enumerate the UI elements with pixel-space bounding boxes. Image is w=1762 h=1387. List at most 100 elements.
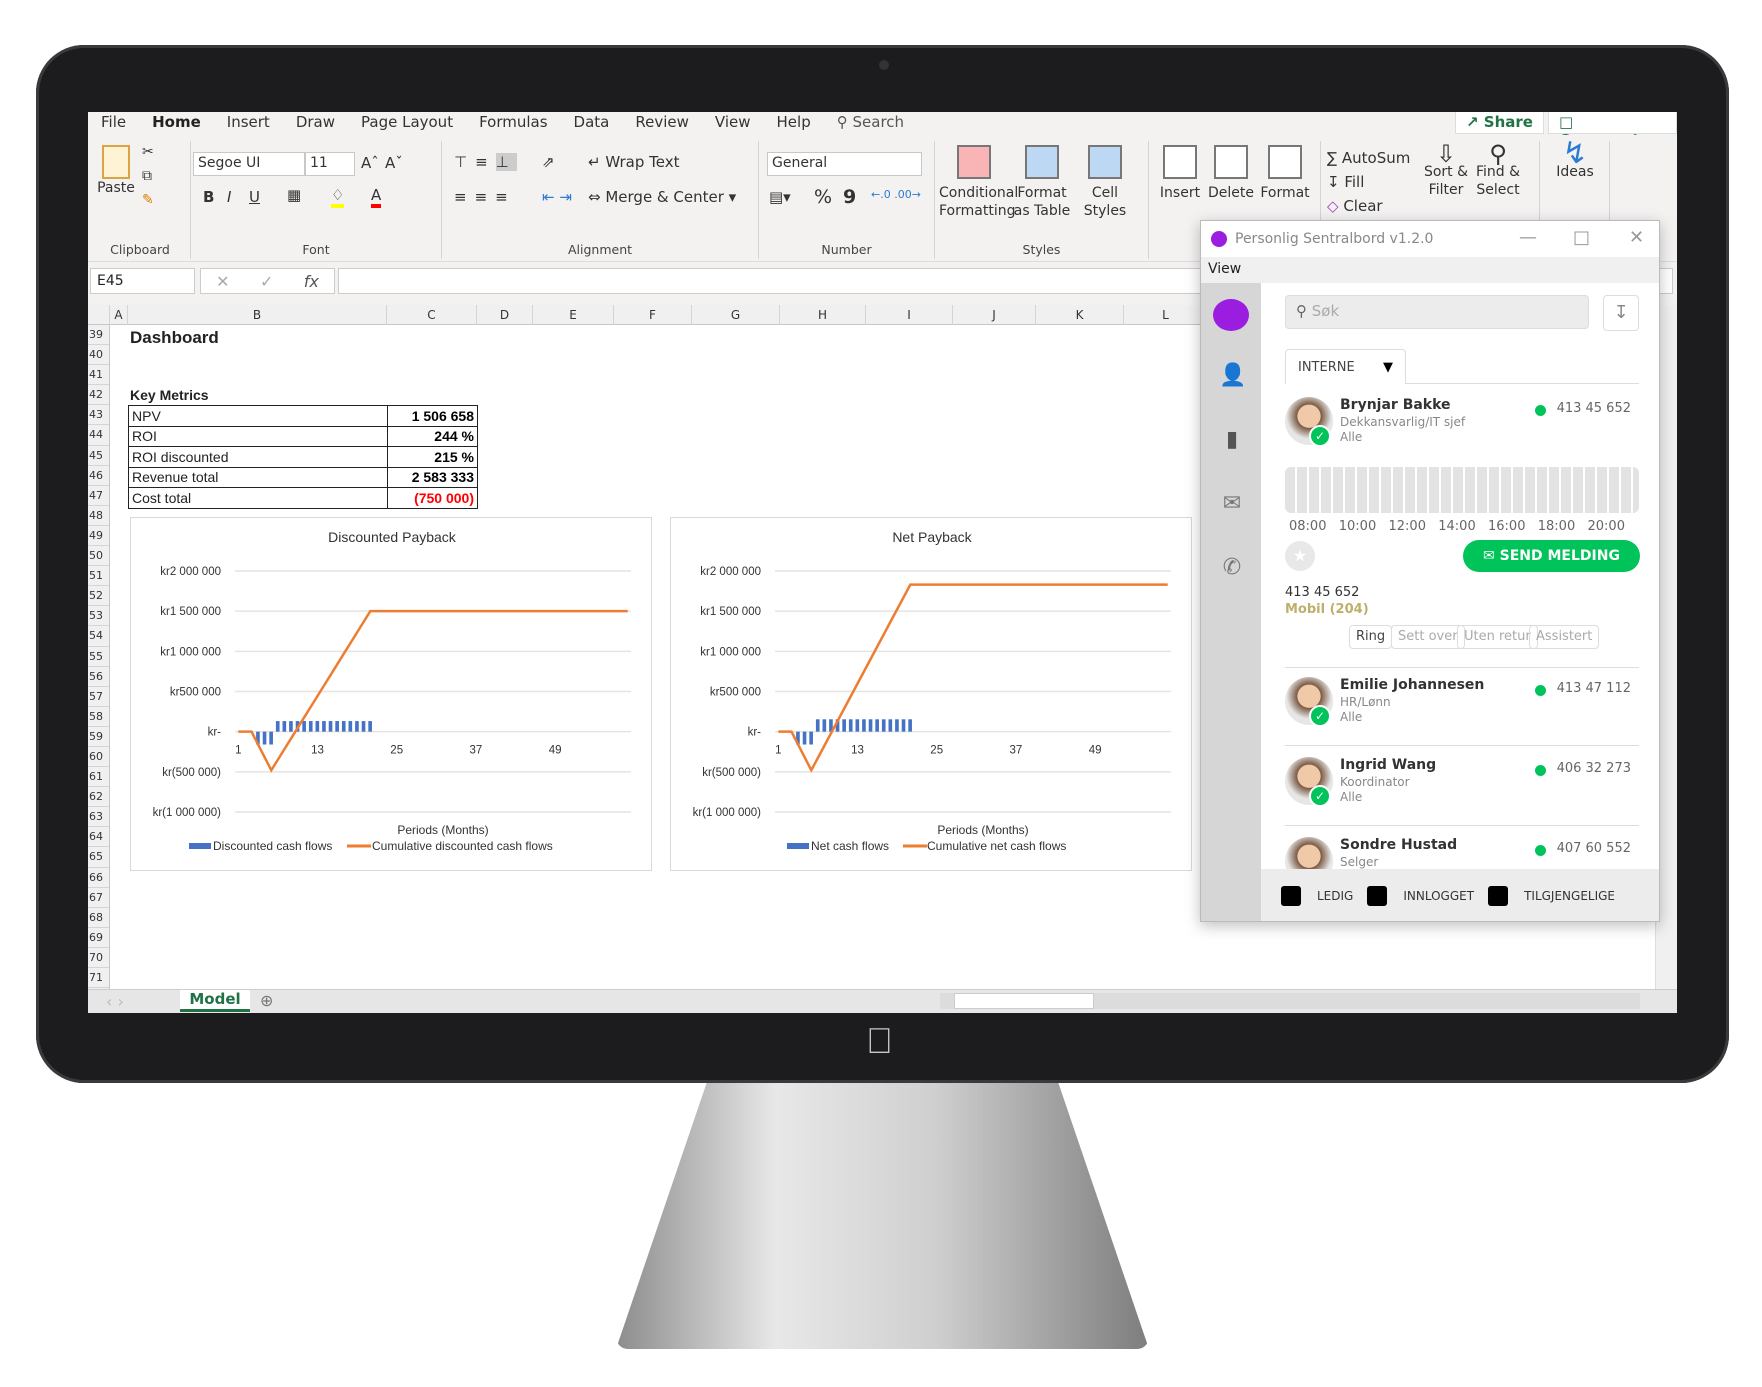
find-select-button[interactable]: ⚲ Find & Select [1473,142,1523,199]
conditional-formatting-button[interactable]: Conditional Formatting [939,145,1018,220]
column-header[interactable]: B [128,305,387,325]
cancel-icon[interactable]: ✕ [216,272,229,291]
percent-button[interactable]: % [814,186,832,208]
scroll-thumb[interactable] [954,993,1094,1009]
row-header[interactable]: 54 [88,626,109,647]
row-header[interactable]: 70 [88,948,109,968]
format-as-table-button[interactable]: Format as Table [1011,145,1073,220]
row-header[interactable]: 39 [88,325,109,346]
row-header[interactable]: 67 [88,888,109,908]
ideas-button[interactable]: ↯ Ideas [1550,139,1600,181]
row-header[interactable]: 48 [88,506,109,526]
transfer-button[interactable]: Sett over [1391,625,1465,649]
row-header[interactable]: 55 [88,647,109,667]
orientation-icon[interactable]: ⇗ [542,153,555,171]
column-header[interactable]: F [614,305,692,325]
column-header[interactable]: I [866,305,953,325]
tab-draw[interactable]: Draw [283,112,348,135]
column-header[interactable]: H [780,305,866,325]
column-header[interactable]: J [953,305,1036,325]
metric-row[interactable]: Revenue total 2 583 333 [128,466,478,488]
maximize-button[interactable]: □ [1573,227,1590,248]
font-color-icon[interactable]: A [371,186,382,208]
row-header[interactable]: 57 [88,687,109,707]
contact-row[interactable]: ✓ Emilie Johannesen HR/Lønn Alle 413 47 … [1285,677,1639,737]
row-header[interactable]: 44 [88,425,109,446]
expand-button[interactable]: ↧ [1603,295,1639,331]
tab-page-layout[interactable]: Page Layout [348,112,466,135]
row-header[interactable]: 56 [88,667,109,687]
currency-icon[interactable]: ▤▾ [769,188,791,206]
tab-file[interactable]: File [88,112,139,135]
telia-logo-icon[interactable] [1213,299,1249,331]
row-header[interactable]: 51 [88,566,109,587]
number-format-select[interactable]: General [767,152,922,176]
mail-icon[interactable]: ✉ [1219,491,1245,517]
bold-button[interactable]: B [203,188,214,206]
metric-value[interactable]: 215 % [387,446,478,468]
row-header[interactable]: 63 [88,807,109,828]
sheet-nav-arrows[interactable]: ‹ › [106,992,124,1011]
column-header[interactable]: K [1036,305,1124,325]
metric-value[interactable]: 244 % [387,425,478,447]
contact-row[interactable]: ✓ Ingrid Wang Koordinator Alle 406 32 27… [1285,757,1639,817]
metric-value[interactable]: 1 506 658 [387,405,478,427]
search-box[interactable]: ⚲ Search [824,112,917,135]
row-header[interactable]: 58 [88,707,109,727]
wrap-text-button[interactable]: ↵ Wrap Text [588,153,680,171]
fill-color-icon[interactable]: ♢ [331,186,345,208]
tab-home[interactable]: Home [139,112,214,139]
status-swatch[interactable] [1488,886,1509,906]
row-header[interactable]: 64 [88,827,109,848]
minimize-button[interactable]: — [1519,227,1537,248]
row-header[interactable]: 61 [88,767,109,788]
autosum-button[interactable]: ∑ AutoSum [1327,149,1410,167]
row-header[interactable]: 62 [88,787,109,808]
metric-row[interactable]: NPV 1 506 658 [128,405,478,427]
format-cells-button[interactable]: Format [1257,145,1313,202]
net-payback-chart[interactable]: Net Payback kr2 000 000 kr1 500 000 kr1 000… [670,517,1192,871]
enter-icon[interactable]: ✓ [260,272,273,291]
sort-filter-button[interactable]: ⇩ Sort & Filter [1421,142,1471,199]
merge-center-button[interactable]: ⇔ Merge & Center ▾ [588,188,736,206]
metric-label[interactable]: Cost total [128,487,388,509]
metric-row[interactable]: ROI 244 % [128,425,478,447]
name-box[interactable]: E45 [90,268,195,294]
cell-styles-button[interactable]: Cell Styles [1075,145,1135,220]
favorite-star-icon[interactable]: ★ [1285,541,1315,571]
contact-selected[interactable]: ✓ Brynjar Bakke Dekkansvarlig/IT sjef Al… [1285,397,1639,457]
comma-button[interactable]: 9 [843,186,856,208]
select-all[interactable] [88,305,110,325]
assisted-button[interactable]: Assistert [1529,625,1600,649]
close-button[interactable]: ✕ [1629,227,1644,248]
row-header[interactable]: 40 [88,345,109,366]
row-header[interactable]: 66 [88,868,109,888]
column-header[interactable]: E [533,305,614,325]
row-header[interactable]: 52 [88,586,109,607]
metric-value[interactable]: (750 000) [387,487,478,509]
font-name-select[interactable]: Segoe UI [193,152,305,176]
delete-cells-button[interactable]: Delete [1205,145,1257,202]
insert-cells-button[interactable]: Insert [1155,145,1205,202]
tab-review[interactable]: Review [622,112,702,135]
metric-value[interactable]: 2 583 333 [387,466,478,488]
column-header[interactable]: C [387,305,477,325]
tab-view[interactable]: View [702,112,764,135]
metric-row[interactable]: Cost total (750 000) [128,487,478,509]
vertical-align-icons[interactable]: ⊤≡⊥ [454,153,517,171]
horizontal-scrollbar[interactable] [940,993,1640,1009]
row-header[interactable]: 71 [88,968,109,989]
borders-icon[interactable]: ▦ [287,186,301,204]
menu-view[interactable]: View [1201,257,1659,283]
horizontal-align-icons[interactable]: ≡≡≡ [454,188,516,206]
tab-data[interactable]: Data [561,112,623,135]
tab-help[interactable]: Help [764,112,824,135]
row-header[interactable]: 65 [88,847,109,868]
status-swatch[interactable] [1281,886,1301,906]
row-header[interactable]: 43 [88,405,109,426]
row-header[interactable]: 60 [88,747,109,768]
metric-label[interactable]: ROI [128,425,388,447]
row-header[interactable]: 53 [88,606,109,627]
tab-formulas[interactable]: Formulas [466,112,560,135]
row-header[interactable]: 59 [88,727,109,747]
